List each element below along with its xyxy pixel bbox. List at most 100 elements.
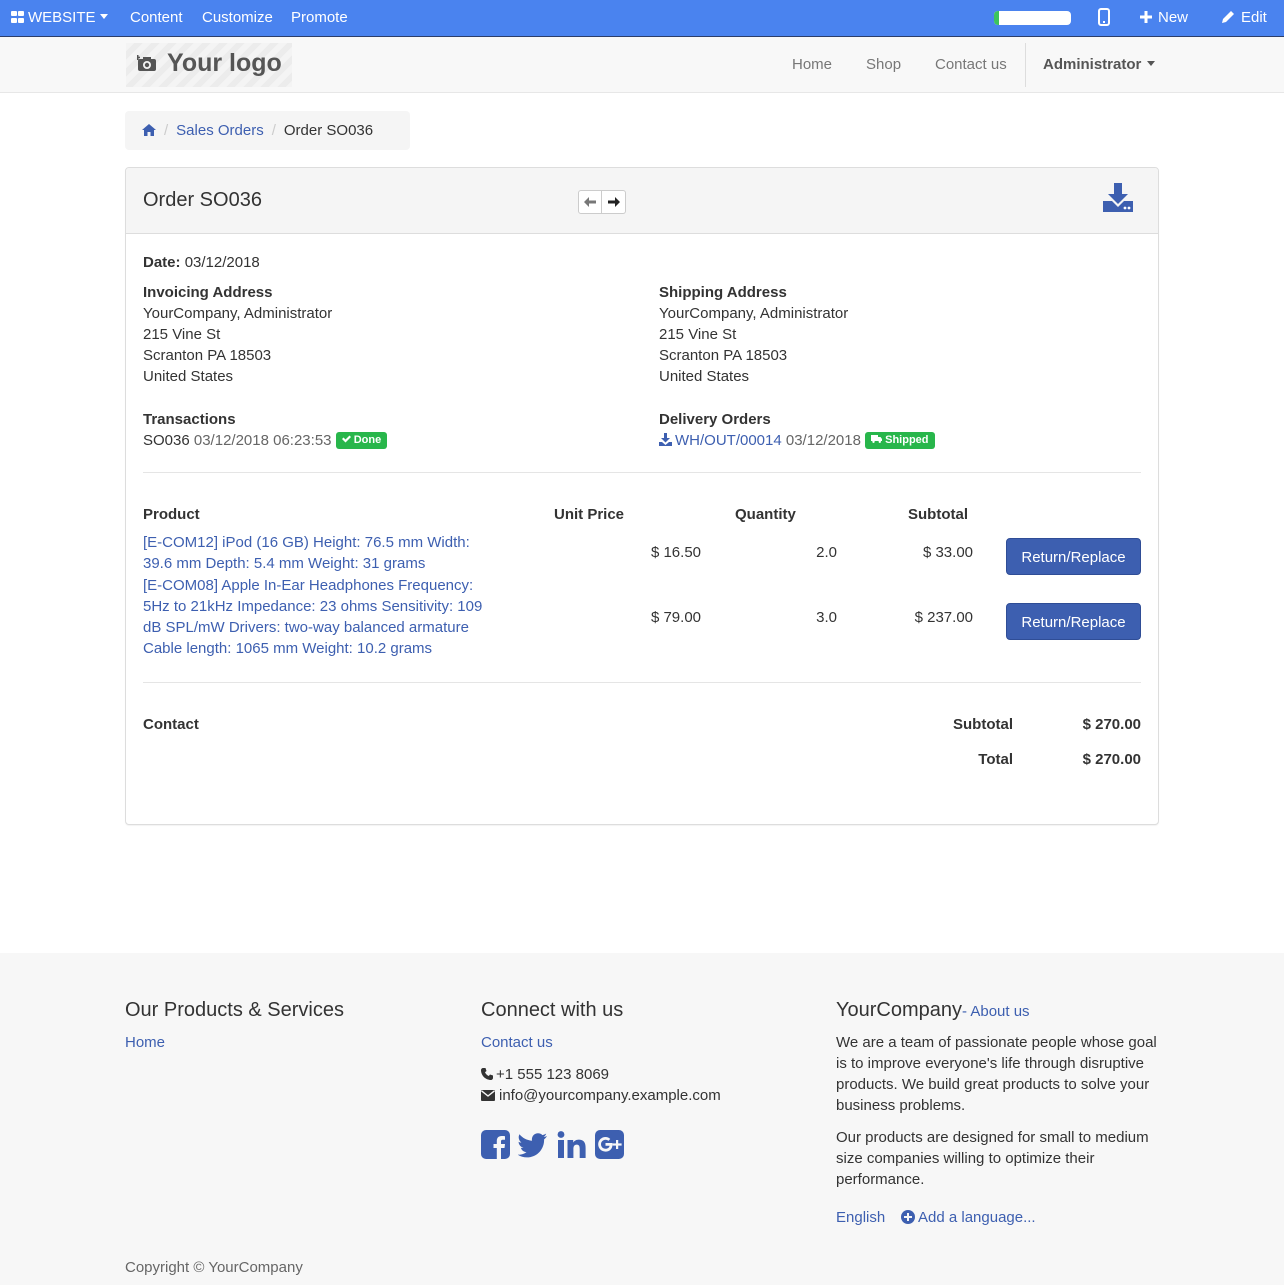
new-button-label: New <box>1158 9 1189 26</box>
shipping-address-line: 215 Vine St <box>659 326 737 343</box>
grid-icon <box>11 11 24 23</box>
connect-heading: Connect with us <box>481 999 624 1021</box>
order-panel: Order SO036 Date: 03/12/2018 Invoicing A… <box>125 167 1159 825</box>
quantity: 2.0 <box>816 544 837 561</box>
website-editbar: WEBSITE Content Customize Promote New Ed… <box>0 0 1284 37</box>
product-link[interactable]: [E-COM08] Apple In-Ear Headphones Freque… <box>143 575 503 659</box>
breadcrumb-separator: / <box>164 122 169 139</box>
order-date: Date: 03/12/2018 <box>143 252 260 273</box>
shipping-address-line: YourCompany, Administrator <box>659 305 849 322</box>
nav-home[interactable]: Home <box>792 37 832 93</box>
edit-button[interactable]: Edit <box>1207 0 1284 36</box>
products-services-heading: Our Products & Services <box>125 999 344 1021</box>
site-footer: Our Products & Services Home Connect wit… <box>0 953 1284 1285</box>
delivery-order-link[interactable]: WH/OUT/00014 <box>659 432 782 449</box>
facebook-icon[interactable] <box>481 1130 511 1160</box>
edit-button-label: Edit <box>1241 9 1267 26</box>
download-icon[interactable] <box>1103 182 1133 212</box>
transactions-label: Transactions <box>143 411 236 428</box>
user-name: Administrator <box>1043 56 1142 73</box>
column-header-subtotal: Subtotal <box>908 506 968 523</box>
order-pager <box>578 190 626 214</box>
invoicing-address-line: United States <box>143 368 234 385</box>
previous-order-button[interactable] <box>578 190 602 214</box>
home-icon[interactable] <box>142 124 156 136</box>
website-menu-label: WEBSITE <box>28 9 96 26</box>
divider <box>143 682 1141 683</box>
divider <box>143 472 1141 473</box>
invoicing-address-line: 215 Vine St <box>143 326 221 343</box>
caret-down-icon <box>1147 61 1156 66</box>
transaction-datetime: 03/12/2018 06:23:53 <box>193 432 332 449</box>
camera-icon <box>137 55 156 71</box>
progress-bar <box>994 11 1071 25</box>
about-us-link[interactable]: - About us <box>962 1003 1030 1020</box>
copyright: Copyright © YourCompany <box>125 1259 303 1276</box>
breadcrumb-current: Order SO036 <box>283 122 374 139</box>
logo-text: Your logo <box>167 49 282 77</box>
plus-circle-icon <box>901 1210 915 1224</box>
twitter-icon[interactable] <box>518 1130 548 1160</box>
next-order-button[interactable] <box>602 190 626 214</box>
content-menu[interactable]: Content <box>130 0 183 36</box>
mobile-icon <box>1098 8 1110 26</box>
column-header-quantity: Quantity <box>735 506 796 523</box>
new-button[interactable]: New <box>1140 0 1188 36</box>
transaction-ref: SO036 <box>143 432 190 449</box>
google-plus-icon[interactable] <box>595 1130 625 1160</box>
caret-down-icon <box>99 14 108 19</box>
shipping-address-line: United States <box>659 368 750 385</box>
user-menu[interactable]: Administrator <box>1043 37 1156 93</box>
breadcrumb: / Sales Orders / Order SO036 <box>125 111 410 150</box>
footer-link-home[interactable]: Home <box>125 1032 165 1053</box>
plus-icon <box>1140 11 1152 23</box>
delivery-row: WH/OUT/00014 03/12/2018 Shipped <box>659 430 935 451</box>
transaction-row: SO036 03/12/2018 06:23:53 Done <box>143 430 388 451</box>
breadcrumb-sales-orders[interactable]: Sales Orders <box>176 122 264 139</box>
linkedin-icon[interactable] <box>557 1130 587 1160</box>
total-value: $ 270.00 <box>1082 751 1141 768</box>
about-paragraph-1: We are a team of passionate people whose… <box>836 1034 1157 1114</box>
footer-contact-link[interactable]: Contact us <box>481 1032 553 1053</box>
add-language-link[interactable]: Add a language... <box>901 1207 1036 1228</box>
shipping-address-label: Shipping Address <box>659 284 787 301</box>
subtotal-value: $ 270.00 <box>1082 716 1141 733</box>
language-english[interactable]: English <box>836 1207 885 1228</box>
promote-menu[interactable]: Promote <box>291 0 348 36</box>
order-date-value: 03/12/2018 <box>184 254 260 271</box>
subtotal-label: Subtotal <box>953 716 1013 733</box>
footer-email: info@yourcompany.example.com <box>481 1085 721 1106</box>
nav-divider <box>1025 43 1026 87</box>
delivery-orders-label: Delivery Orders <box>659 411 771 428</box>
quantity: 3.0 <box>816 609 837 626</box>
nav-shop[interactable]: Shop <box>866 37 901 93</box>
site-header: Your logo Home Shop Contact us Administr… <box>0 37 1284 93</box>
return-replace-button[interactable]: Return/Replace <box>1006 603 1141 640</box>
website-menu[interactable]: WEBSITE <box>11 0 108 36</box>
return-replace-button[interactable]: Return/Replace <box>1006 538 1141 575</box>
add-language-label: Add a language... <box>918 1209 1036 1226</box>
truck-icon <box>871 435 883 443</box>
phone-icon <box>481 1068 493 1080</box>
mobile-preview-button[interactable] <box>1098 0 1110 36</box>
contact-label: Contact <box>143 716 199 733</box>
customize-menu[interactable]: Customize <box>202 0 273 36</box>
delivery-order-ref: WH/OUT/00014 <box>675 432 782 449</box>
check-icon <box>341 435 351 443</box>
logo[interactable]: Your logo <box>126 43 292 87</box>
delivery-status-badge: Shipped <box>865 432 935 449</box>
footer-phone-text: +1 555 123 8069 <box>496 1066 610 1083</box>
footer-phone: +1 555 123 8069 <box>481 1064 609 1085</box>
line-subtotal: $ 33.00 <box>922 544 973 561</box>
company-name: YourCompany <box>836 999 963 1021</box>
column-header-unit-price: Unit Price <box>554 506 625 523</box>
column-header-product: Product <box>143 506 200 523</box>
nav-contact-us[interactable]: Contact us <box>935 37 1007 93</box>
delivery-status-label: Shipped <box>885 434 929 446</box>
company-heading: YourCompany- About us <box>836 999 1030 1022</box>
product-link[interactable]: [E-COM12] iPod (16 GB) Height: 76.5 mm W… <box>143 532 503 574</box>
unit-price: $ 16.50 <box>650 544 701 561</box>
download-icon <box>659 433 672 446</box>
footer-email-link[interactable]: info@yourcompany.example.com <box>499 1087 721 1104</box>
envelope-icon <box>481 1090 495 1101</box>
